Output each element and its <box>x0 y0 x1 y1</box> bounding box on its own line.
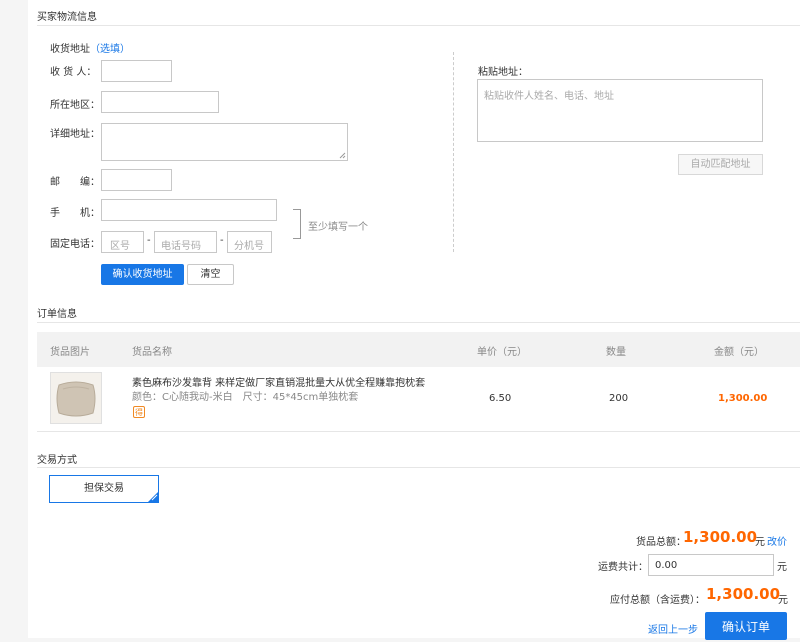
address-heading: 收货地址（选填） <box>50 40 130 55</box>
region-input[interactable] <box>101 91 219 113</box>
bracket-divider <box>293 209 301 239</box>
guaranteed-trade-label: 担保交易 <box>84 483 124 494</box>
paste-label: 粘贴地址： <box>478 67 528 78</box>
address-heading-text: 收货地址 <box>50 44 90 55</box>
col-amount: 金额（元） <box>714 347 764 358</box>
shipping-unit: 元 <box>777 562 787 573</box>
paste-placeholder: 粘贴收件人姓名、电话、地址 <box>484 91 614 102</box>
detail-address-textarea[interactable] <box>101 123 348 161</box>
goods-total-unit: 元 <box>755 537 765 548</box>
col-price: 单价（元） <box>477 347 527 358</box>
extension-placeholder: 分机号 <box>234 241 264 252</box>
dash-separator: - <box>147 235 151 246</box>
divider <box>37 322 800 323</box>
phone-number-input[interactable]: 电话号码 <box>154 231 217 253</box>
shipping-input[interactable]: 0.00 <box>648 554 774 576</box>
product-spec: 颜色：C心随我动-米白 尺寸：45*45cm单独枕套 <box>132 392 359 403</box>
divider <box>37 25 800 26</box>
edit-price-link[interactable]: 改价 <box>767 533 787 548</box>
receiver-input[interactable] <box>101 60 172 82</box>
pillow-icon <box>56 381 96 417</box>
quantity: 200 <box>609 393 629 404</box>
goods-total-label: 货品总额： <box>636 537 686 548</box>
clear-button[interactable]: 清空 <box>187 264 234 285</box>
mobile-label: 手 机： <box>50 208 100 219</box>
postcode-input[interactable] <box>101 169 172 191</box>
phone-label: 固定电话： <box>50 239 100 250</box>
divider <box>37 431 800 432</box>
dash-separator: - <box>220 235 224 246</box>
goods-total-value: 1,300.00 <box>683 528 758 546</box>
back-link[interactable]: 返回上一步 <box>648 621 698 636</box>
order-table-header: 货品图片 货品名称 单价（元） 数量 金额（元） <box>37 332 800 367</box>
col-name: 货品名称 <box>132 347 172 358</box>
product-thumbnail[interactable] <box>50 372 102 424</box>
guarantee-badge-icon: 得 <box>133 406 145 418</box>
table-row: 素色麻布沙发靠背 来样定做厂家直销混批量大从优全程赚靠抱枕套 颜色：C心随我动-… <box>37 367 800 431</box>
detail-label: 详细地址： <box>50 129 100 140</box>
col-qty: 数量 <box>606 347 626 358</box>
optional-hint: （选填） <box>90 44 130 55</box>
payable-value: 1,300.00 <box>706 585 781 603</box>
mobile-input[interactable] <box>101 199 277 221</box>
order-section-title: 订单信息 <box>37 309 77 320</box>
buyer-section-title: 买家物流信息 <box>37 12 97 23</box>
paste-address-textarea[interactable]: 粘贴收件人姓名、电话、地址 <box>477 79 763 142</box>
area-code-placeholder: 区号 <box>110 241 130 252</box>
payable-unit: 元 <box>778 595 788 606</box>
confirm-order-button[interactable]: 确认订单 <box>705 612 787 640</box>
region-label: 所在地区： <box>50 100 100 111</box>
payable-label: 应付总额（含运费）： <box>610 595 705 606</box>
vertical-divider <box>453 52 454 252</box>
area-code-input[interactable]: 区号 <box>101 231 144 253</box>
order-page: 买家物流信息 收货地址（选填） 收 货 人： 所在地区： 详细地址： 邮 编： … <box>28 0 800 640</box>
resize-handle-icon[interactable] <box>339 152 346 159</box>
shipping-value: 0.00 <box>655 560 678 571</box>
receiver-label: 收 货 人： <box>50 67 97 78</box>
line-amount: 1,300.00 <box>718 393 768 404</box>
confirm-address-button[interactable]: 确认收货地址 <box>101 264 184 285</box>
phone-number-placeholder: 电话号码 <box>161 241 201 252</box>
extension-input[interactable]: 分机号 <box>227 231 272 253</box>
guaranteed-trade-option[interactable]: 担保交易 <box>49 475 159 503</box>
unit-price: 6.50 <box>489 393 512 404</box>
auto-match-button[interactable]: 自动匹配地址 <box>678 154 763 175</box>
postcode-label: 邮 编： <box>50 177 100 188</box>
col-image: 货品图片 <box>50 347 90 358</box>
at-least-one-hint: 至少填写一个 <box>308 222 368 233</box>
trade-section-title: 交易方式 <box>37 455 77 466</box>
product-name[interactable]: 素色麻布沙发靠背 来样定做厂家直销混批量大从优全程赚靠抱枕套 <box>132 374 425 389</box>
divider <box>37 467 800 468</box>
selected-check-icon <box>148 492 158 502</box>
shipping-label: 运费共计： <box>598 562 648 573</box>
